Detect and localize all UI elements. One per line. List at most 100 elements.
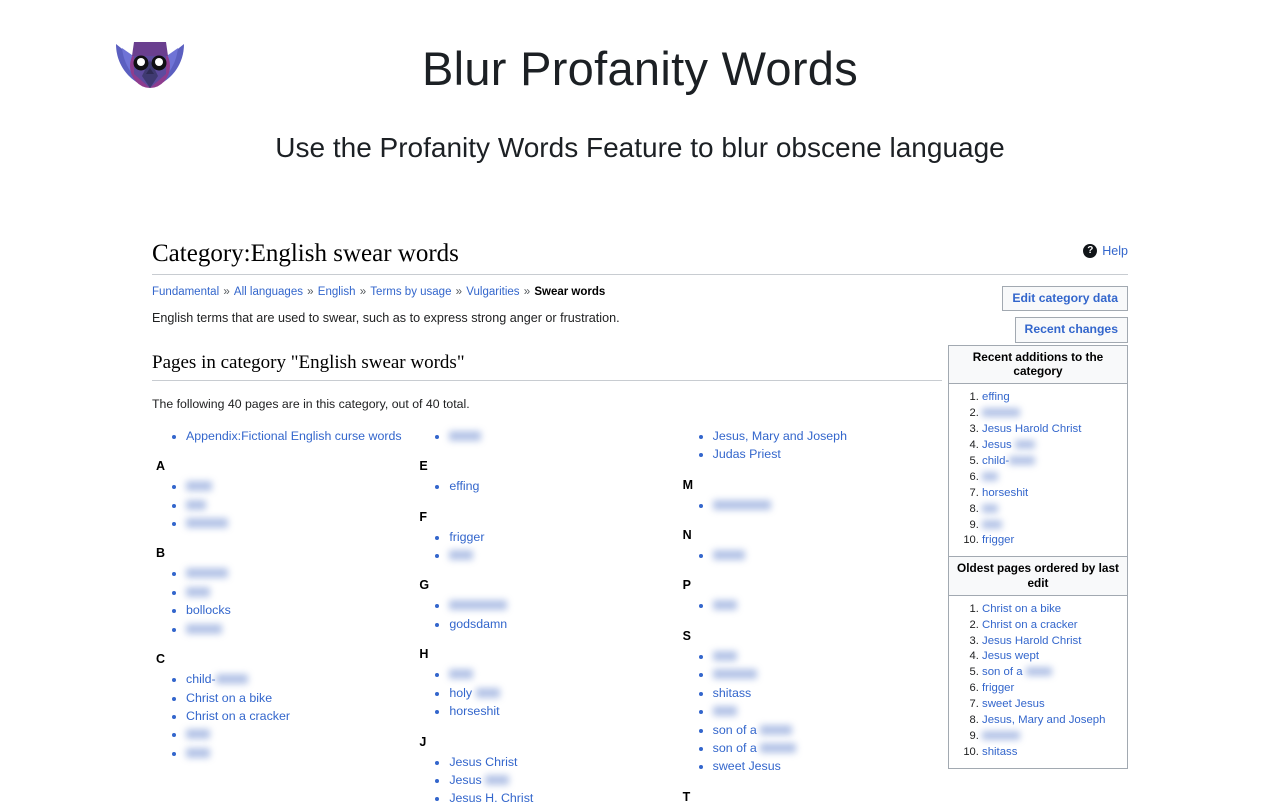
list-item[interactable]: Jesus wept [982,649,1121,665]
page-link[interactable] [186,727,210,741]
list-item[interactable] [449,427,678,445]
list-item[interactable]: shitass [713,684,942,702]
list-item[interactable]: son of a [713,739,942,757]
page-link[interactable]: Jesus wept [982,650,1039,662]
page-link[interactable] [712,548,745,562]
page-link[interactable] [186,566,228,580]
page-link[interactable] [186,516,228,530]
page-link[interactable]: godsdamn [449,617,507,631]
list-item[interactable] [449,546,678,564]
page-link[interactable]: Jesus [449,773,510,787]
page-link[interactable]: frigger [982,682,1014,694]
list-item[interactable]: Jesus [449,771,678,789]
page-link[interactable] [982,730,1020,742]
edit-category-data-button[interactable]: Edit category data [1002,286,1128,312]
page-link[interactable] [186,498,206,512]
list-item[interactable]: godsdamn [449,615,678,633]
page-link[interactable]: Appendix:Fictional English curse words [186,429,402,443]
list-item[interactable]: frigger [982,533,1121,549]
page-link[interactable] [449,548,474,562]
list-item[interactable]: Christ on a bike [186,689,415,707]
list-item[interactable] [186,496,415,514]
breadcrumb-item-fundamental[interactable]: Fundamental [152,286,219,298]
page-link[interactable] [712,649,737,663]
page-link[interactable] [982,471,998,483]
page-link[interactable]: son of a [713,723,793,737]
list-item[interactable]: sweet Jesus [713,757,942,775]
page-link[interactable]: Christ on a cracker [186,709,290,723]
list-item[interactable] [982,502,1121,518]
list-item[interactable]: Jesus Harold Christ [982,634,1121,650]
page-link[interactable] [449,667,474,681]
list-item[interactable]: effing [982,390,1121,406]
list-item[interactable] [712,702,942,720]
recent-changes-button[interactable]: Recent changes [1014,317,1128,343]
list-item[interactable]: Jesus, Mary and Joseph [713,427,942,445]
list-item[interactable]: Jesus Christ [449,753,678,771]
list-item[interactable]: Jesus, Mary and Joseph [982,713,1121,729]
list-item[interactable]: child- [186,670,415,688]
list-item[interactable]: son of a [713,721,942,739]
page-link[interactable]: child- [186,672,248,686]
list-item[interactable]: bollocks [186,601,415,619]
page-link[interactable]: frigger [982,534,1014,546]
page-link[interactable]: Jesus, Mary and Joseph [713,429,847,443]
page-link[interactable]: frigger [449,530,484,544]
list-item[interactable] [712,596,942,614]
page-link[interactable] [186,479,212,493]
page-link[interactable]: Jesus Harold Christ [982,423,1081,435]
list-item[interactable]: holy [449,684,678,702]
page-link[interactable]: sweet Jesus [713,759,781,773]
page-link[interactable]: shitass [713,686,752,700]
list-item[interactable] [982,470,1121,486]
list-item[interactable] [982,518,1121,534]
list-item[interactable]: horseshit [982,486,1121,502]
list-item[interactable] [982,729,1121,745]
list-item[interactable] [186,583,415,601]
page-link[interactable] [712,598,737,612]
help-link[interactable]: Help [1102,244,1128,258]
breadcrumb-item-all-languages[interactable]: All languages [234,286,303,298]
page-link[interactable] [186,622,222,636]
page-link[interactable]: effing [982,391,1010,403]
list-item[interactable]: Jesus H. Christ [449,789,678,807]
list-item[interactable]: son of a [982,665,1121,681]
page-link[interactable]: Christ on a cracker [982,619,1078,631]
list-item[interactable]: frigger [982,681,1121,697]
page-link[interactable] [712,667,757,681]
list-item[interactable]: Judas Priest [713,445,942,463]
list-item[interactable]: Appendix:Fictional English curse words [186,427,415,445]
list-item[interactable] [982,406,1121,422]
page-link[interactable]: son of a [982,666,1052,678]
list-item[interactable] [186,620,415,638]
breadcrumb-item-vulgarities[interactable]: Vulgarities [466,286,519,298]
page-link[interactable] [186,746,210,760]
list-item[interactable]: Christ on a cracker [982,618,1121,634]
list-item[interactable]: Christ on a bike [982,602,1121,618]
page-link[interactable] [186,585,210,599]
list-item[interactable] [449,596,678,614]
list-item[interactable]: Jesus [982,438,1121,454]
page-link[interactable]: Judas Priest [713,447,781,461]
page-link[interactable]: Jesus [982,439,1035,451]
help-link-group[interactable]: ? Help [1083,244,1128,258]
list-item[interactable]: effing [449,477,678,495]
page-link[interactable]: horseshit [449,704,499,718]
page-link[interactable]: Jesus, Mary and Joseph [982,714,1105,726]
list-item[interactable]: sweet Jesus [982,697,1121,713]
page-link[interactable]: son of a [713,741,797,755]
page-link[interactable] [982,407,1020,419]
page-link[interactable] [449,429,482,443]
page-link[interactable]: Jesus H. Christ [449,791,533,805]
breadcrumb-item-english[interactable]: English [318,286,356,298]
page-link[interactable]: Jesus Harold Christ [982,635,1081,647]
page-link[interactable] [982,519,1002,531]
breadcrumb-item-terms-by-usage[interactable]: Terms by usage [370,286,451,298]
list-item[interactable]: shitass [982,745,1121,761]
list-item[interactable]: Jesus Harold Christ [982,422,1121,438]
page-link[interactable]: child- [982,455,1036,467]
list-item[interactable] [186,477,415,495]
page-link[interactable] [712,704,737,718]
list-item[interactable] [186,725,415,743]
page-link[interactable]: bollocks [186,603,231,617]
